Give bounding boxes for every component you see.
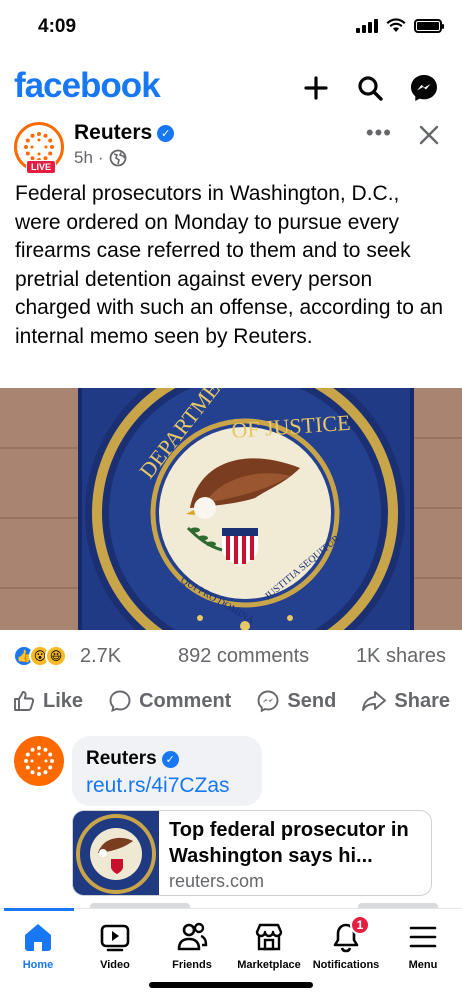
more-options-button[interactable]: •••	[366, 120, 392, 146]
like-label[interactable]: Like	[43, 690, 83, 713]
active-tab-indicator	[4, 908, 74, 911]
share-button[interactable]: Share	[361, 686, 450, 716]
meta-separator: ·	[97, 148, 104, 167]
wifi-icon	[386, 18, 406, 32]
status-icons	[356, 18, 444, 33]
nav-menu-label: Menu	[408, 959, 438, 971]
menu-icon	[405, 919, 441, 955]
link-preview-title[interactable]: Top federal prosecutor in Washington say…	[169, 817, 424, 869]
comment-link[interactable]: reut.rs/4i7CZas	[86, 774, 248, 798]
reaction-count[interactable]: 2.7K	[80, 645, 121, 668]
link-preview-card[interactable]: Top federal prosecutor in Washington say…	[72, 810, 432, 896]
app-header: facebook	[0, 62, 462, 114]
shares-count[interactable]: 1K shares	[356, 645, 446, 668]
comments-count[interactable]: 892 comments	[178, 645, 309, 668]
share-icon	[362, 691, 387, 711]
status-time: 4:09	[38, 16, 77, 37]
haha-reaction-icon: 😆	[45, 645, 67, 667]
post-time[interactable]: 5h	[74, 148, 93, 168]
facebook-logo[interactable]: facebook	[14, 66, 161, 106]
send-button[interactable]: Send	[256, 686, 336, 716]
page-name[interactable]: Reuters ✓	[74, 121, 175, 145]
status-bar: 4:09	[0, 0, 462, 56]
verified-badge-icon: ✓	[161, 750, 179, 768]
header-actions	[298, 70, 442, 106]
reactions-row: 👍 😮 😆 2.7K 892 comments 1K shares	[0, 644, 462, 670]
like-button[interactable]: Like	[12, 686, 83, 716]
page-name-label[interactable]: Reuters	[74, 121, 152, 145]
plus-icon[interactable]	[298, 70, 334, 106]
send-label[interactable]: Send	[287, 690, 336, 713]
search-icon[interactable]	[352, 70, 388, 106]
signal-icon	[356, 18, 378, 33]
comment-bubble: Reuters ✓ reut.rs/4i7CZas	[72, 736, 262, 806]
friends-icon	[174, 919, 210, 955]
comment-author-name[interactable]: Reuters	[86, 748, 157, 770]
comment-author[interactable]: Reuters ✓	[86, 748, 248, 770]
like-icon	[14, 691, 35, 711]
nav-video-label: Video	[100, 959, 130, 971]
marketplace-icon	[251, 919, 287, 955]
post-actions: Like Comment Send Share	[0, 686, 462, 716]
close-icon[interactable]	[412, 118, 446, 152]
video-icon	[97, 919, 133, 955]
bell-icon: 1	[328, 915, 370, 955]
reaction-icons[interactable]: 👍 😮 😆	[13, 645, 67, 667]
post-header: LIVE Reuters ✓ 5h · •••	[0, 118, 462, 178]
reuters-logo-icon	[24, 746, 54, 776]
post-image[interactable]: DEPARTMENT OF JUSTICE QUI PRO DOMINA JUS…	[0, 388, 462, 630]
comment-icon	[109, 690, 131, 713]
nav-menu[interactable]: Menu	[377, 919, 462, 971]
post-meta: 5h ·	[74, 148, 127, 168]
messenger-icon[interactable]	[406, 70, 442, 106]
live-badge: LIVE	[26, 160, 57, 174]
home-icon	[20, 919, 56, 955]
globe-icon	[109, 149, 126, 167]
comment-label[interactable]: Comment	[139, 690, 231, 713]
nav-marketplace-label: Marketplace	[237, 959, 301, 971]
post-text: Federal prosecutors in Washington, D.C.,…	[15, 182, 444, 348]
messenger-send-icon	[257, 690, 279, 713]
battery-icon	[414, 18, 444, 33]
comment-avatar[interactable]	[14, 736, 64, 786]
verified-badge-icon: ✓	[157, 124, 175, 142]
home-indicator	[149, 982, 313, 988]
link-preview-thumbnail	[73, 811, 159, 895]
notifications-badge: 1	[350, 915, 370, 935]
share-label[interactable]: Share	[394, 690, 450, 713]
nav-notifications-label: Notifications	[312, 959, 380, 971]
comment-button[interactable]: Comment	[108, 686, 231, 716]
link-preview-domain: reuters.com	[169, 871, 265, 891]
nav-friends-label: Friends	[172, 959, 212, 971]
nav-home-label: Home	[22, 959, 54, 971]
